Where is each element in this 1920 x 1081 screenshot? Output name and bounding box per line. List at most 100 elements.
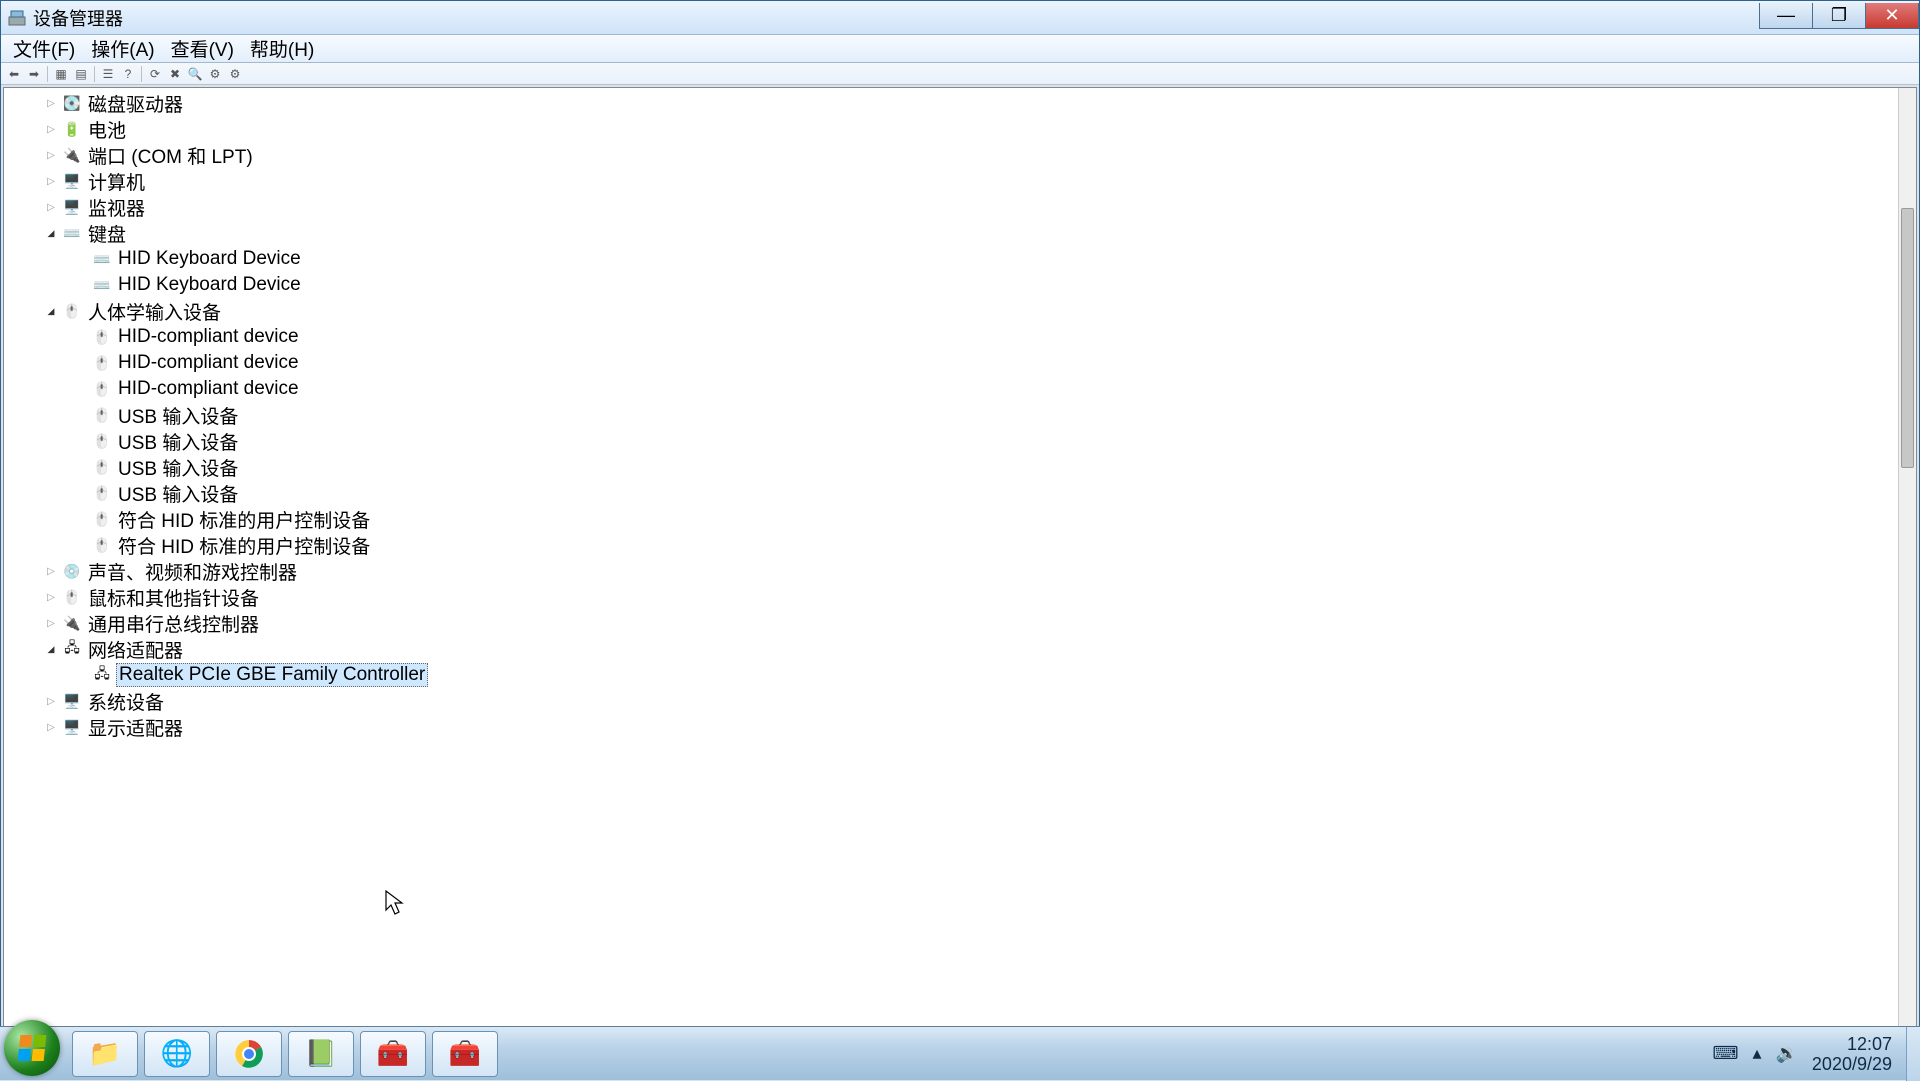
taskbar-item-chrome[interactable]: [216, 1031, 282, 1077]
tree-node[interactable]: ⌨️HID Keyboard Device: [4, 246, 1898, 272]
tree-container: 💽磁盘驱动器🔋电池🔌端口 (COM 和 LPT)🖥️计算机🖥️监视器⌨️键盘⌨️…: [3, 87, 1917, 1077]
expand-toggle-expanded-icon[interactable]: [44, 226, 58, 240]
tree-node[interactable]: 🖱️USB 输入设备: [4, 480, 1898, 506]
help-button[interactable]: ?: [119, 65, 137, 83]
keyboard-icon: ⌨️: [92, 275, 112, 295]
scroll-thumb[interactable]: [1901, 208, 1914, 468]
hid-icon: 🖱️: [92, 457, 112, 477]
tree-node[interactable]: 🖥️计算机: [4, 168, 1898, 194]
usb-icon: 🔌: [62, 613, 82, 633]
tree-node-label: 鼠标和其他指针设备: [86, 584, 261, 611]
tree-node[interactable]: 🖥️监视器: [4, 194, 1898, 220]
maximize-button[interactable]: ❐: [1812, 3, 1866, 29]
tree-node-label: HID Keyboard Device: [116, 274, 303, 296]
expand-toggle-collapsed-icon[interactable]: [44, 174, 58, 188]
sound-icon: 💿: [62, 561, 82, 581]
tree-node[interactable]: 🖥️系统设备: [4, 688, 1898, 714]
expand-toggle-collapsed-icon[interactable]: [44, 590, 58, 604]
clock[interactable]: 12:07 2020/9/29: [1812, 1034, 1892, 1074]
tree-node[interactable]: 🖱️HID-compliant device: [4, 350, 1898, 376]
tree-node-label: 符合 HID 标准的用户控制设备: [116, 532, 372, 559]
tree-node-label: 端口 (COM 和 LPT): [86, 142, 255, 169]
toolbar: ⬅ ➡ ▦ ▤ ☰ ? ⟳ ✖ 🔍 ⚙ ⚙: [1, 63, 1919, 85]
app-icon: [7, 8, 27, 28]
expand-toggle-collapsed-icon[interactable]: [44, 564, 58, 578]
update-driver-button[interactable]: ⟳: [146, 65, 164, 83]
vertical-scrollbar[interactable]: [1898, 88, 1916, 1076]
taskbar-item-toolbox-2[interactable]: 🧰: [432, 1031, 498, 1077]
tree-node-label: 符合 HID 标准的用户控制设备: [116, 506, 372, 533]
taskbar: 📁 🌐 📗 🧰 🧰 ⌨ ▴ 🔉 12:07 2020/9/29: [0, 1026, 1920, 1080]
tree-node[interactable]: 🔌端口 (COM 和 LPT): [4, 142, 1898, 168]
toolbar-separator: [94, 66, 95, 82]
hid-icon: 🖱️: [92, 405, 112, 425]
tree-node[interactable]: 🖱️符合 HID 标准的用户控制设备: [4, 532, 1898, 558]
tree-node[interactable]: 🖱️USB 输入设备: [4, 428, 1898, 454]
keyboard-tray-icon[interactable]: ⌨: [1712, 1043, 1738, 1064]
tool-button-2[interactable]: ⚙: [226, 65, 244, 83]
taskbar-item-explorer[interactable]: 📁: [72, 1031, 138, 1077]
expand-toggle-collapsed-icon[interactable]: [44, 148, 58, 162]
tool-button[interactable]: ⚙: [206, 65, 224, 83]
expand-toggle-collapsed-icon[interactable]: [44, 616, 58, 630]
menu-file[interactable]: 文件(F): [7, 33, 81, 64]
expand-toggle-collapsed-icon[interactable]: [44, 694, 58, 708]
tree-node[interactable]: 🖥️显示适配器: [4, 714, 1898, 740]
tree-node[interactable]: 🖱️鼠标和其他指针设备: [4, 584, 1898, 610]
forward-button[interactable]: ➡: [25, 65, 43, 83]
uninstall-button[interactable]: ✖: [166, 65, 184, 83]
expand-toggle-collapsed-icon[interactable]: [44, 96, 58, 110]
menu-view[interactable]: 查看(V): [165, 33, 240, 64]
tree-node[interactable]: 🖧Realtek PCIe GBE Family Controller: [4, 662, 1898, 688]
tree-node[interactable]: 💽磁盘驱动器: [4, 90, 1898, 116]
tree-node[interactable]: 💿声音、视频和游戏控制器: [4, 558, 1898, 584]
back-button[interactable]: ⬅: [5, 65, 23, 83]
show-hide-console-button[interactable]: ▦: [52, 65, 70, 83]
expand-toggle-expanded-icon[interactable]: [44, 304, 58, 318]
menu-help[interactable]: 帮助(H): [244, 33, 320, 64]
taskbar-item-toolbox-1[interactable]: 🧰: [360, 1031, 426, 1077]
hid-icon: 🖱️: [92, 535, 112, 555]
expand-toggle-collapsed-icon[interactable]: [44, 720, 58, 734]
titlebar: 设备管理器 — ❐ ✕: [1, 1, 1919, 35]
tree-node-label: 监视器: [86, 194, 147, 221]
tree-node[interactable]: 🔌通用串行总线控制器: [4, 610, 1898, 636]
tree-node-label: 系统设备: [86, 688, 166, 715]
tree-node[interactable]: ⌨️键盘: [4, 220, 1898, 246]
keyboard-icon: ⌨️: [92, 249, 112, 269]
tree-node[interactable]: 🖱️符合 HID 标准的用户控制设备: [4, 506, 1898, 532]
device-tree[interactable]: 💽磁盘驱动器🔋电池🔌端口 (COM 和 LPT)🖥️计算机🖥️监视器⌨️键盘⌨️…: [4, 88, 1898, 1076]
tree-node[interactable]: 🖱️HID-compliant device: [4, 376, 1898, 402]
start-button[interactable]: [4, 1020, 60, 1076]
show-hidden-icons[interactable]: ▴: [1752, 1043, 1761, 1064]
expand-toggle-expanded-icon[interactable]: [44, 642, 58, 656]
tree-node[interactable]: 🖧网络适配器: [4, 636, 1898, 662]
export-list-button[interactable]: ▤: [72, 65, 90, 83]
close-button[interactable]: ✕: [1865, 3, 1919, 29]
tree-node[interactable]: ⌨️HID Keyboard Device: [4, 272, 1898, 298]
window-controls: — ❐ ✕: [1759, 7, 1919, 29]
scan-hardware-button[interactable]: 🔍: [186, 65, 204, 83]
tree-node[interactable]: 🖱️USB 输入设备: [4, 454, 1898, 480]
tree-node[interactable]: 🔋电池: [4, 116, 1898, 142]
tree-node[interactable]: 🖱️人体学输入设备: [4, 298, 1898, 324]
toolbar-separator: [47, 66, 48, 82]
monitor-icon: 🖥️: [62, 197, 82, 217]
clock-time: 12:07: [1812, 1034, 1892, 1054]
minimize-button[interactable]: —: [1759, 3, 1813, 29]
tree-node[interactable]: 🖱️HID-compliant device: [4, 324, 1898, 350]
tree-node[interactable]: 🖱️USB 输入设备: [4, 402, 1898, 428]
expand-toggle-collapsed-icon[interactable]: [44, 200, 58, 214]
tree-node-label: HID-compliant device: [116, 326, 301, 348]
tree-node-label: HID Keyboard Device: [116, 248, 303, 270]
volume-tray-icon[interactable]: 🔉: [1776, 1043, 1798, 1064]
taskbar-item-notepad[interactable]: 📗: [288, 1031, 354, 1077]
show-desktop-button[interactable]: [1906, 1027, 1920, 1081]
menu-action[interactable]: 操作(A): [85, 33, 160, 64]
tree-node-label: Realtek PCIe GBE Family Controller: [116, 663, 428, 687]
window-title: 设备管理器: [33, 5, 123, 31]
tree-node-label: USB 输入设备: [116, 428, 240, 455]
expand-toggle-collapsed-icon[interactable]: [44, 122, 58, 136]
properties-button[interactable]: ☰: [99, 65, 117, 83]
taskbar-item-browser-360[interactable]: 🌐: [144, 1031, 210, 1077]
